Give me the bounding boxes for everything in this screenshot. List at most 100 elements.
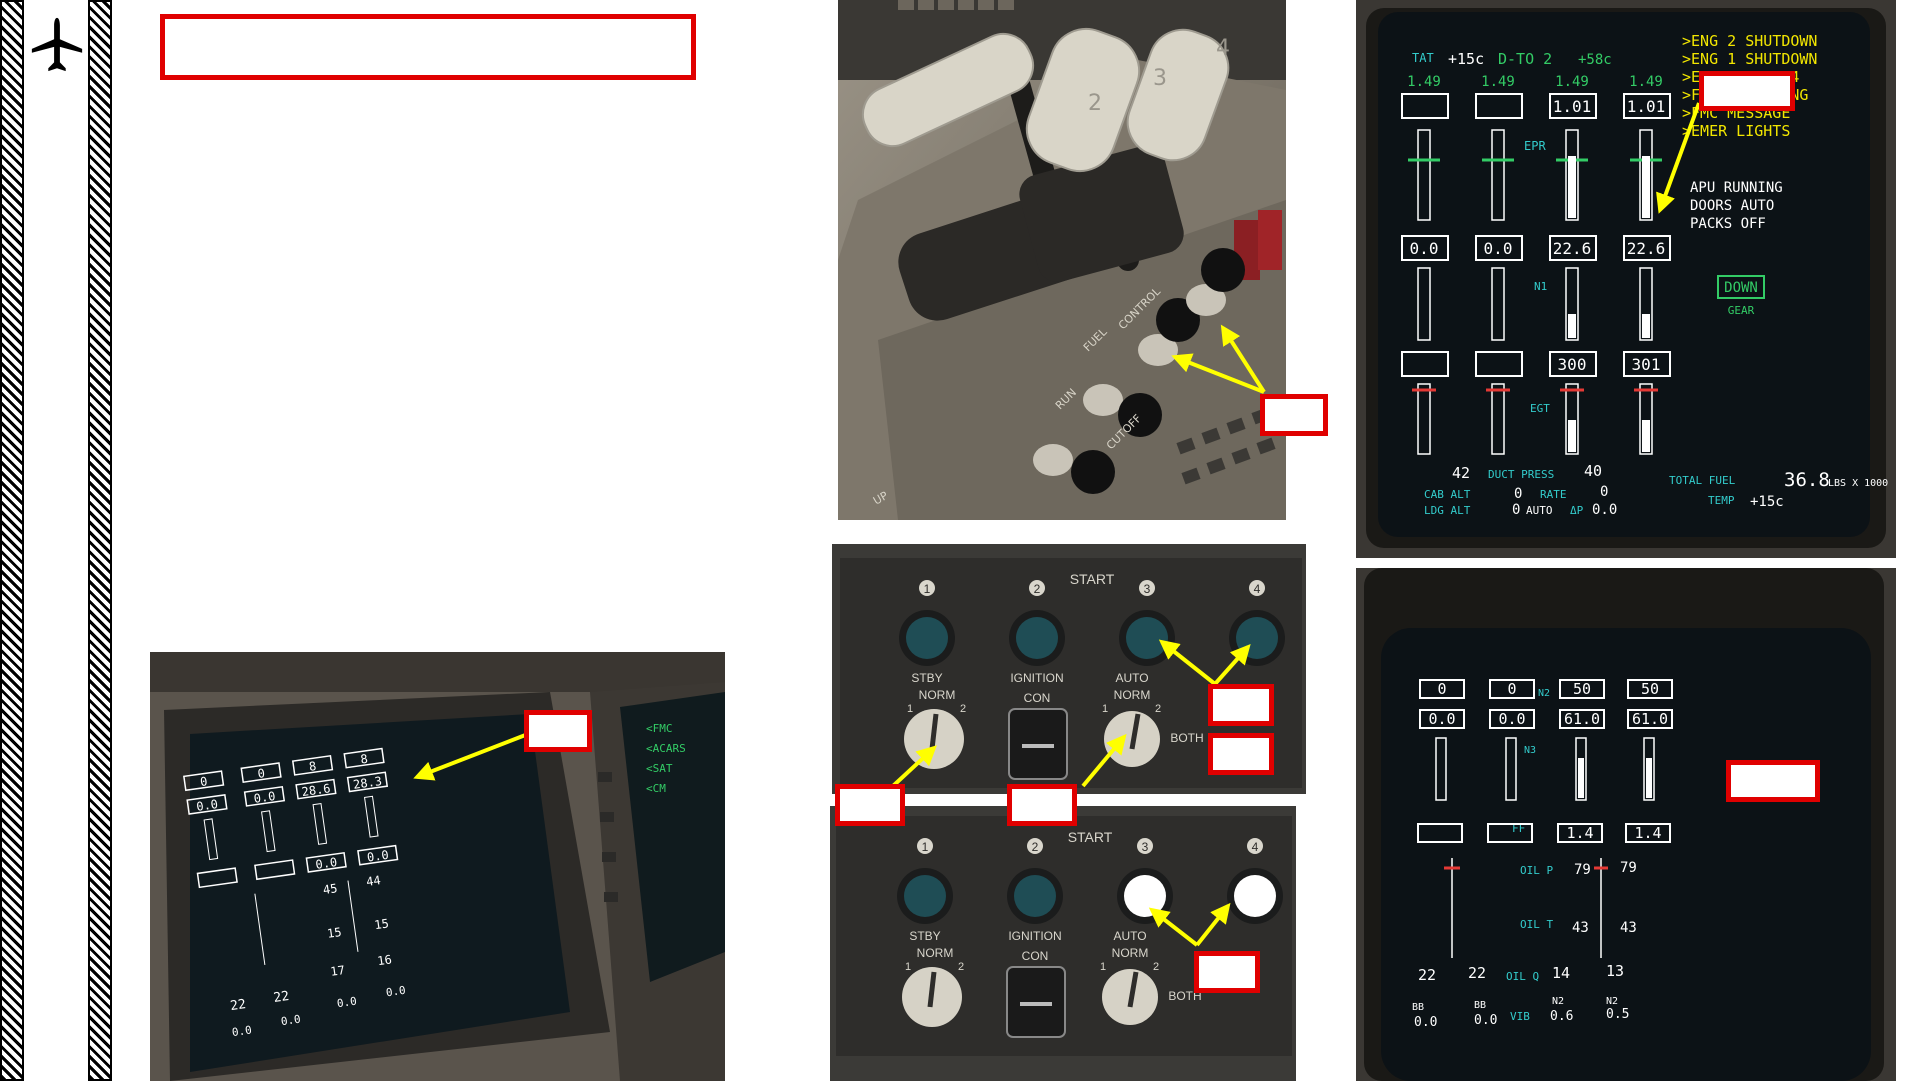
con-label: CON: [1022, 949, 1049, 963]
start-switch-unlit: [906, 617, 948, 659]
ldg-alt-label: LDG ALT: [1424, 504, 1471, 517]
start-switch-unlit: [1236, 617, 1278, 659]
gear-status: DOWN: [1724, 280, 1758, 296]
both-label: BOTH: [1170, 731, 1203, 745]
epr-bar-fill: [1568, 156, 1576, 218]
start-switch-lit: [1124, 875, 1166, 917]
n2-label: N2: [1538, 688, 1550, 699]
epr-target: 1.49: [1555, 74, 1589, 90]
callout-box-7: [1194, 951, 1260, 993]
vib-value: 0.5: [1606, 1007, 1629, 1022]
callout-box-8: [1699, 71, 1795, 111]
dial-mark: 1: [1100, 961, 1106, 973]
lever-number-4: 4: [1216, 36, 1230, 61]
start-title: START: [1070, 571, 1115, 587]
ldg-alt-value: 0: [1512, 502, 1520, 518]
small-n3-value: 0.0: [195, 797, 218, 814]
start-panel-lit-photo: START 1 2 3 4 STBY IGNITION AUTO NORM CON NORM BOTH…: [830, 806, 1296, 1081]
norm-label: NORM: [917, 946, 954, 960]
eicas-alert-message: >ENG 1 SHUTDOWN: [1682, 50, 1817, 68]
con-switch-bar: [1020, 1002, 1052, 1006]
start-switch-unlit: [1016, 617, 1058, 659]
callout-box-1: [524, 710, 592, 752]
epr-bar-fill: [1642, 156, 1650, 218]
ignition-label: IGNITION: [1008, 929, 1061, 943]
oil-q-value: 14: [1552, 964, 1570, 982]
airplane-icon: [31, 17, 83, 72]
n2-top-value: 0: [1507, 680, 1516, 698]
eicas-status-message: PACKS OFF: [1690, 216, 1766, 232]
egt-value: 301: [1632, 355, 1661, 374]
start-switch-lit: [1234, 875, 1276, 917]
small-n3-value: 28.6: [301, 781, 332, 799]
ignition-label: IGNITION: [1010, 671, 1063, 685]
small-ff-value: 0.0: [315, 855, 338, 872]
auto-label: AUTO: [1113, 929, 1146, 943]
small-n3-bar: [260, 810, 276, 853]
lever-number-3: 3: [1153, 66, 1167, 91]
ldg-alt-mode: AUTO: [1526, 504, 1553, 517]
delta-p-value: 0.0: [1592, 502, 1617, 518]
assumed-temp: +58c: [1578, 52, 1612, 68]
duct-press-left: 42: [1452, 464, 1470, 482]
oil-t-label: OIL T: [1520, 918, 1553, 931]
oil-p-label: OIL P: [1520, 864, 1553, 877]
fuel-units: LBS X 1000: [1828, 478, 1888, 489]
small-ff-box: [254, 859, 296, 881]
fuel-temp-value: +15c: [1750, 494, 1784, 510]
engine-number: 1: [924, 582, 931, 596]
lower-eicas-photo: N2 N3 FF 0 0.0 0 0.0 50 61.0 1.4 50 61.0 1.4 OIL P 79 7…: [1356, 568, 1896, 1081]
throttle-fuel-control-photo: 2 3 4 FUEL CONTROL RUN CUTOFF UP: [838, 0, 1286, 520]
n2-top-value: 50: [1641, 680, 1659, 698]
n1-value: 22.6: [1627, 239, 1666, 258]
oil-q-value: 22: [1418, 966, 1436, 984]
start-switch-unlit: [1014, 875, 1056, 917]
oil-t-value: 43: [1620, 920, 1637, 936]
con-switch-bar: [1022, 744, 1054, 748]
dial-mark: 1: [907, 703, 913, 715]
egt-bar-fill: [1642, 420, 1650, 452]
small-n3-bar: [203, 818, 219, 861]
vib-n2-label: N2: [1606, 996, 1618, 1007]
small-oil-p: 44: [365, 873, 381, 889]
epr-target: 1.49: [1481, 74, 1515, 90]
start-title: START: [1068, 829, 1113, 845]
small-ff-box: [196, 867, 238, 889]
small-oil-scale: [347, 880, 359, 952]
duct-press-label: DUCT PRESS: [1488, 468, 1554, 481]
small-vib: 0.0: [385, 984, 406, 1000]
small-vib: 0.0: [336, 995, 357, 1011]
vib-n2-label: N2: [1552, 996, 1564, 1007]
egt-bar-fill: [1568, 420, 1576, 452]
engine-number: 4: [1254, 582, 1261, 596]
delta-p-label: ΔP: [1570, 504, 1584, 517]
norm-label: NORM: [1114, 688, 1151, 702]
norm-label: NORM: [919, 688, 956, 702]
dial-mark: 2: [1153, 961, 1159, 973]
n2-top-value: 0: [1437, 680, 1446, 698]
vib-label: VIB: [1510, 1010, 1530, 1023]
small-n2-value: 0: [257, 766, 266, 781]
cab-alt-label: CAB ALT: [1424, 488, 1471, 501]
tat-value: +15c: [1448, 50, 1484, 68]
small-oil-q: 16: [376, 952, 392, 968]
stby-label: STBY: [911, 671, 942, 685]
small-n2-value: 8: [360, 752, 369, 767]
n1-bar-fill: [1568, 314, 1576, 338]
total-fuel-value: 36.8: [1784, 469, 1830, 491]
n3-value: 0.0: [1498, 710, 1525, 728]
callout-box-4: [1208, 733, 1274, 775]
oil-p-value: 79: [1574, 862, 1591, 878]
oil-q-value: 13: [1606, 962, 1624, 980]
n1-label: N1: [1534, 280, 1547, 293]
epr-label: EPR: [1524, 139, 1546, 153]
ff-value: 1.4: [1566, 824, 1593, 842]
title-box: [160, 14, 696, 80]
n1-bar-fill: [1642, 314, 1650, 338]
dial-mark: 2: [1155, 703, 1161, 715]
epr-value: 1.01: [1553, 97, 1592, 116]
small-n2-value: 0: [199, 774, 208, 789]
small-vib: 0.0: [280, 1013, 301, 1029]
engine-number: 2: [1032, 840, 1039, 854]
engine-number: 2: [1034, 582, 1041, 596]
